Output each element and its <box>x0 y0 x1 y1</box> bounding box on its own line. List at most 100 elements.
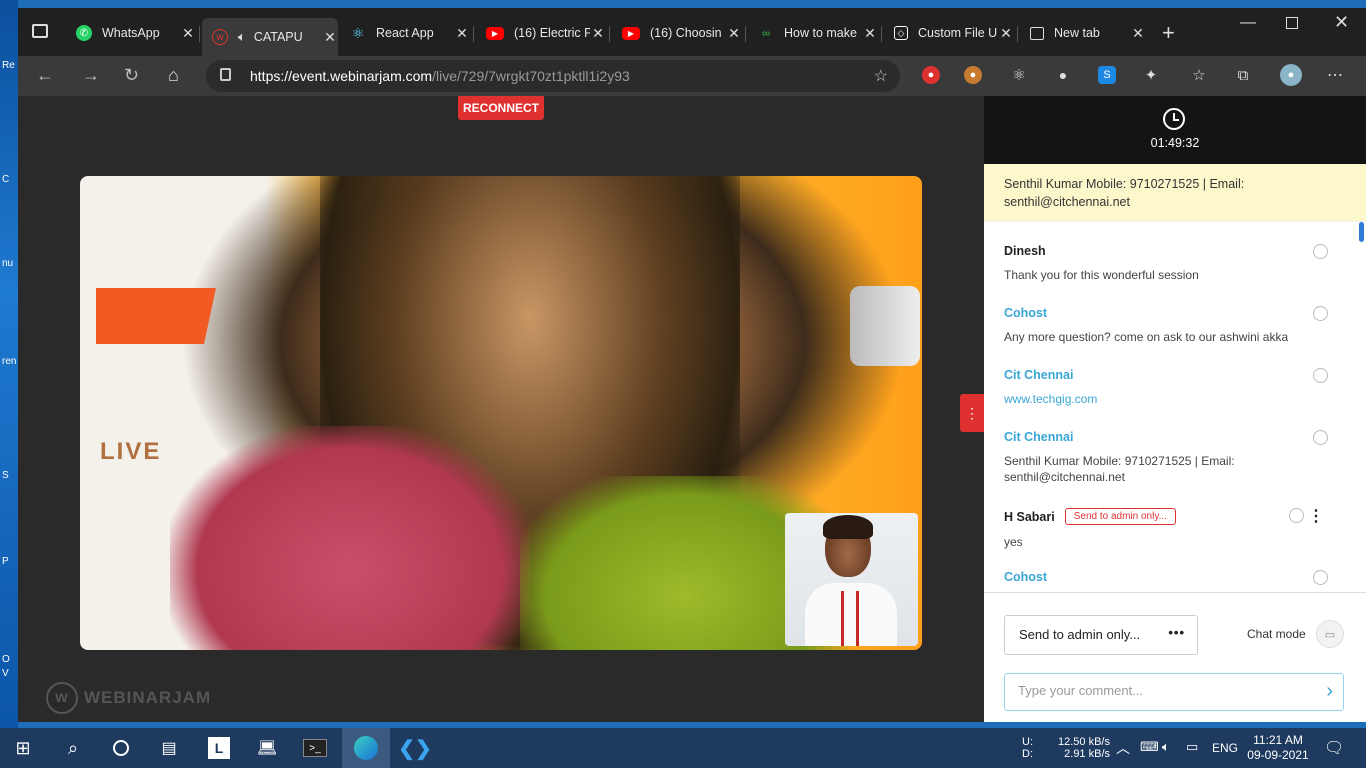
tab-actions-icon[interactable] <box>32 24 48 38</box>
maximize-button[interactable] <box>1286 17 1298 29</box>
language-indicator[interactable]: ENG <box>1212 741 1238 768</box>
tab-how-to-make[interactable]: ∞ How to make ✕ <box>748 18 878 48</box>
extension-cookie-icon[interactable]: ● <box>964 66 982 84</box>
presenter-sari-pink <box>170 426 530 650</box>
profile-avatar-icon[interactable]: ● <box>1280 64 1302 86</box>
vscode-icon[interactable]: ❮❯ <box>392 728 438 768</box>
ime-icon[interactable]: ⌨︎ <box>1140 739 1159 768</box>
window-close-button[interactable]: ✕ <box>1334 12 1349 33</box>
webinarjam-logo: w WEBINARJAM <box>46 682 211 714</box>
close-icon[interactable]: ✕ <box>454 25 470 42</box>
webinarjam-logo-icon: w <box>46 682 78 714</box>
download-speed: 2.91 kB/s <box>1064 748 1110 760</box>
message-select-radio[interactable] <box>1313 244 1328 259</box>
chat-scrollbar[interactable] <box>1359 222 1364 592</box>
back-icon[interactable]: ← <box>36 65 54 86</box>
terminal-icon[interactable]: >_ <box>292 728 338 768</box>
app-l-icon[interactable]: L <box>196 728 242 768</box>
tab-separator <box>1017 26 1018 42</box>
message-select-radio[interactable] <box>1313 306 1328 321</box>
close-icon[interactable]: ✕ <box>590 25 606 42</box>
edge-icon[interactable] <box>342 728 390 768</box>
tab-title: New tab <box>1054 26 1100 40</box>
collections-icon[interactable]: ⧉ <box>1234 66 1252 84</box>
tab-separator <box>609 26 610 42</box>
minimize-button[interactable]: — <box>1240 14 1256 32</box>
close-icon[interactable]: ✕ <box>180 25 196 42</box>
tab-new-tab[interactable]: New tab ✕ <box>1020 18 1146 48</box>
message-select-radio[interactable] <box>1313 570 1328 585</box>
tab-custom-file[interactable]: ◇ Custom File U ✕ <box>884 18 1014 48</box>
chat-composer: Send to admin only... ••• Chat mode ▭ › <box>984 592 1366 722</box>
chat-message: Cit Chennai Senthil Kumar Mobile: 971027… <box>1004 430 1328 485</box>
extensions-puzzle-icon[interactable]: ✦ <box>1142 66 1160 84</box>
home-icon[interactable]: ⌂ <box>168 65 179 86</box>
message-select-radio[interactable] <box>1313 368 1328 383</box>
comment-input[interactable] <box>1018 683 1298 698</box>
task-view-icon[interactable]: ▤ <box>146 728 192 768</box>
show-hidden-icons-icon[interactable]: ︿ <box>1116 738 1130 768</box>
extension-adblock-icon[interactable]: ● <box>922 66 940 84</box>
favorites-icon[interactable]: ☆ <box>1190 66 1208 84</box>
webinar-page: RECONNECT LIVE ⋮ w WEBINARJAM 01:49:32 S… <box>18 96 1366 722</box>
clock[interactable]: 11:21 AM 09-09-2021 <box>1244 733 1312 768</box>
send-arrow-icon[interactable]: › <box>1326 680 1333 703</box>
reconnect-button[interactable]: RECONNECT <box>458 96 544 120</box>
close-icon[interactable]: ✕ <box>998 25 1014 42</box>
network-icon[interactable]: ▭ <box>1186 739 1198 768</box>
tab-youtube-electric[interactable]: ▶ (16) Electric P ✕ <box>476 18 606 48</box>
close-icon[interactable]: ✕ <box>726 25 742 42</box>
more-options-icon[interactable]: ⋯ <box>1326 66 1344 84</box>
message-link[interactable]: www.techgig.com <box>1004 391 1334 407</box>
tab-catapult[interactable]: w 🔈︎ CATAPU ✕ <box>202 18 338 56</box>
new-tab-button[interactable]: + <box>1162 20 1175 46</box>
chat-message: Dinesh Thank you for this wonderful sess… <box>1004 244 1334 283</box>
tab-whatsapp[interactable]: ✆ WhatsApp ✕ <box>66 18 196 48</box>
desktop-label: P <box>2 556 9 567</box>
extension-s-icon[interactable]: S <box>1098 66 1116 84</box>
message-more-icon[interactable]: ⋮ <box>1308 506 1324 526</box>
tab-title: React App <box>376 26 434 40</box>
network-speed-labels: U: D: <box>1022 736 1033 760</box>
newtab-icon <box>1030 26 1044 40</box>
volume-icon[interactable]: 🔈︎ <box>1162 739 1170 768</box>
speaker-icon[interactable]: 🔈︎ <box>238 29 246 45</box>
pc-icon[interactable]: 💻︎ <box>244 728 290 768</box>
tab-separator <box>745 26 746 42</box>
message-author: Dinesh <box>1004 244 1046 258</box>
notifications-icon[interactable]: 🗨︎ <box>1324 738 1344 768</box>
message-text: Any more question? come on ask to our as… <box>1004 330 1289 344</box>
chat-mode-icon[interactable]: ▭ <box>1316 620 1344 648</box>
studio-live-sign: LIVE <box>100 438 162 465</box>
panel-toggle-button[interactable]: ⋮ <box>960 394 984 432</box>
forward-icon[interactable]: → <box>82 65 100 86</box>
chat-panel: 01:49:32 Senthil Kumar Mobile: 971027152… <box>984 96 1366 722</box>
chat-messages[interactable]: Dinesh Thank you for this wonderful sess… <box>984 222 1366 592</box>
tab-title: How to make <box>784 26 857 40</box>
url-field[interactable]: https://event.webinarjam.com/live/729/7w… <box>206 60 900 92</box>
lock-icon <box>220 68 231 81</box>
search-icon[interactable]: ⌕ <box>50 728 96 768</box>
close-icon[interactable]: ✕ <box>1130 25 1146 42</box>
chat-message: Cohost <box>1004 570 1334 585</box>
add-favorite-icon[interactable]: ☆ <box>874 66 888 86</box>
comment-box[interactable]: › <box>1004 673 1344 711</box>
start-windows-icon[interactable]: ⊞ <box>0 728 46 768</box>
close-icon[interactable]: ✕ <box>322 29 338 46</box>
extension-github-icon[interactable]: ● <box>1054 66 1072 84</box>
tab-react-app[interactable]: ⚛ React App ✕ <box>340 18 470 48</box>
extension-react-icon[interactable]: ⚛ <box>1010 66 1028 84</box>
message-select-radio[interactable] <box>1289 508 1304 523</box>
recipient-select[interactable]: Send to admin only... ••• <box>1004 615 1198 655</box>
close-icon[interactable]: ✕ <box>862 25 878 42</box>
refresh-icon[interactable]: ↻ <box>124 65 139 86</box>
scrollbar-thumb[interactable] <box>1359 222 1364 242</box>
tab-title: CATAPU <box>253 30 303 44</box>
cortana-icon[interactable] <box>98 728 144 768</box>
tab-title: (16) Choosin <box>650 26 722 40</box>
self-view-lanyard <box>841 591 859 646</box>
message-select-radio[interactable] <box>1313 430 1328 445</box>
tab-youtube-choosing[interactable]: ▶ (16) Choosin ✕ <box>612 18 742 48</box>
message-author: Cohost <box>1004 306 1048 320</box>
self-view-hair <box>823 515 873 539</box>
